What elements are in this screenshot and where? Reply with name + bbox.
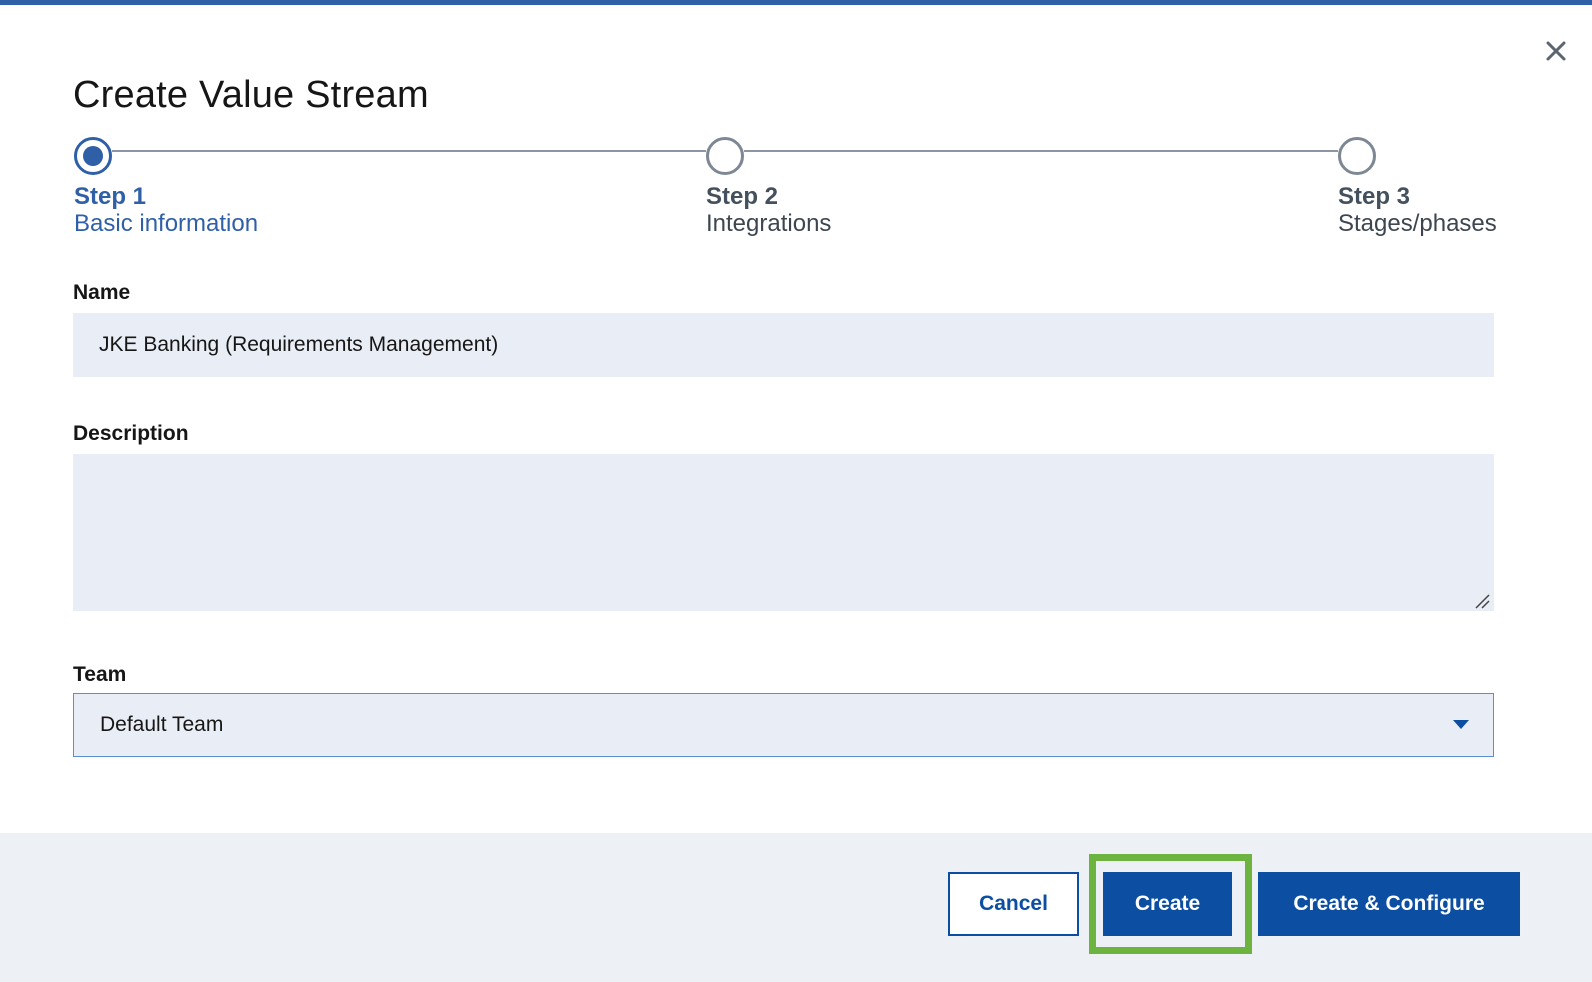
step-3-label: Step 3 xyxy=(1338,183,1411,210)
create-button[interactable]: Create xyxy=(1103,872,1232,936)
chevron-down-icon xyxy=(1453,720,1469,729)
name-label: Name xyxy=(73,281,131,304)
create-value-stream-dialog: Create Value Stream Step 1 Basic informa… xyxy=(0,0,1592,982)
team-label: Team xyxy=(73,663,127,686)
resize-handle-icon[interactable] xyxy=(1474,593,1490,609)
step-1-indicator[interactable] xyxy=(74,137,112,175)
step-3-subtitle: Stages/phases xyxy=(1338,210,1497,237)
description-label: Description xyxy=(73,422,189,445)
name-input[interactable] xyxy=(73,313,1494,377)
stepper-connector xyxy=(744,150,1338,152)
step-2-label: Step 2 xyxy=(706,183,779,210)
stepper: Step 1 Basic information Step 2 Integrat… xyxy=(0,5,1592,245)
step-3-indicator[interactable] xyxy=(1338,137,1376,175)
step-2-subtitle: Integrations xyxy=(706,210,832,237)
step-1-subtitle: Basic information xyxy=(74,210,259,237)
description-textarea[interactable] xyxy=(73,454,1494,611)
create-configure-button[interactable]: Create & Configure xyxy=(1258,872,1520,936)
cancel-button[interactable]: Cancel xyxy=(948,872,1079,936)
team-select-value: Default Team xyxy=(100,713,224,736)
step-2-indicator[interactable] xyxy=(706,137,744,175)
stepper-connector xyxy=(112,150,706,152)
step-1-label: Step 1 xyxy=(74,183,147,210)
team-select[interactable]: Default Team xyxy=(73,693,1494,757)
